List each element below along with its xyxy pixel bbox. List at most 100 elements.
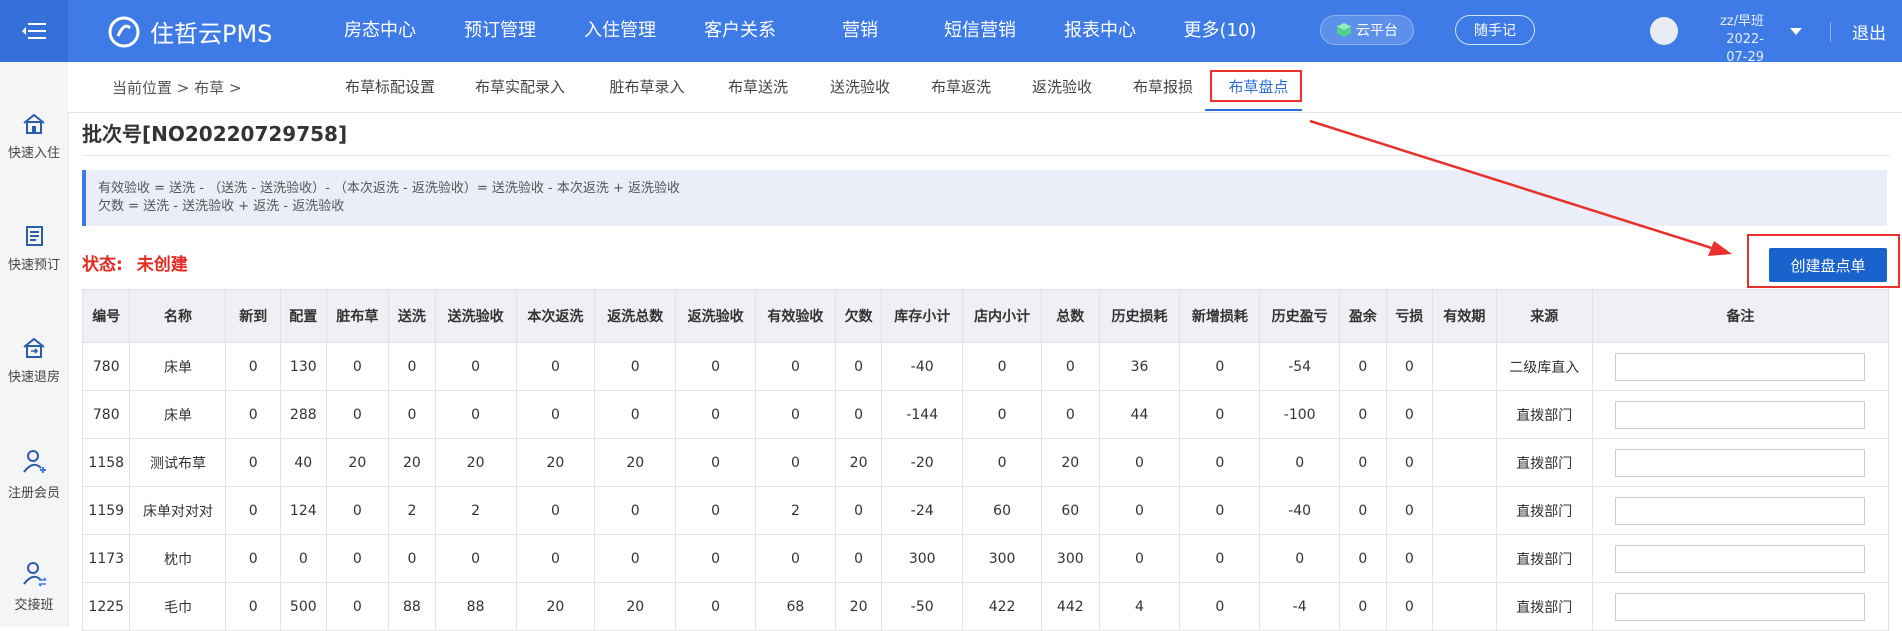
table-cell: 0	[388, 390, 436, 439]
sidebar-item-quick-booking[interactable]: 快速预订	[0, 224, 68, 273]
table-cell: 0	[755, 342, 836, 391]
table-cell	[1591, 534, 1890, 583]
table-cell: 2	[434, 486, 517, 535]
table-cell: 442	[1040, 582, 1100, 631]
user-info[interactable]: zz/早班2022- 07-29	[1684, 13, 1764, 67]
sidebar-item-quick-checkout[interactable]: 快速退房	[0, 336, 68, 385]
quick-note-button[interactable]: 随手记	[1455, 15, 1535, 45]
column-header: 新增损耗	[1179, 289, 1261, 343]
nav-marketing[interactable]: 营销	[800, 0, 920, 62]
table-cell: 300	[881, 534, 964, 583]
sidebar-item-register-member[interactable]: 注册会员	[0, 448, 68, 501]
table-cell: -100	[1259, 390, 1341, 439]
tab-linen-rewash[interactable]: 布草返洗	[911, 62, 1011, 112]
table-cell: 422	[962, 582, 1042, 631]
table-cell: 直拨部门	[1495, 438, 1593, 487]
column-header: 备注	[1591, 289, 1890, 343]
remark-input[interactable]	[1615, 544, 1866, 573]
sidebar-item-label: 快速预订	[7, 258, 60, 273]
table-cell: 0	[1339, 390, 1387, 439]
app-name: 住哲云PMS	[150, 20, 273, 48]
nav-reports[interactable]: 报表中心	[1040, 0, 1160, 62]
column-header: 本次返洗	[515, 289, 596, 343]
nav-room-status[interactable]: 房态中心	[320, 0, 440, 62]
table-cell: -24	[881, 486, 964, 535]
sidebar-item-label: 注册会员	[7, 486, 60, 501]
remark-input[interactable]	[1615, 352, 1866, 381]
tab-dirty-linen[interactable]: 脏布草录入	[592, 62, 702, 112]
table-cell: 0	[1339, 438, 1387, 487]
main-nav: 房态中心 预订管理 入住管理 客户关系 营销 短信营销 报表中心 更多(10)	[320, 0, 1280, 62]
remark-input[interactable]	[1615, 448, 1866, 477]
table-cell: 0	[434, 342, 517, 391]
table-cell: 0	[325, 582, 390, 631]
table-cell: 0	[1040, 390, 1100, 439]
cloud-platform-button[interactable]: 云平台	[1320, 15, 1414, 45]
column-header: 有效验收	[755, 289, 836, 343]
table-cell	[1432, 438, 1497, 487]
inventory-table: 编号 名称 新到 配置 脏布草 送洗 送洗验收 本次返洗 返洗总数 返洗验收 有效验收 欠数 库存小计店…	[81, 289, 1890, 631]
nav-crm[interactable]: 客户关系	[680, 0, 800, 62]
tab-linen-damage[interactable]: 布草报损	[1113, 62, 1213, 112]
column-header: 名称	[129, 289, 227, 343]
table-cell: 0	[594, 390, 677, 439]
tab-linen-actual[interactable]: 布草实配录入	[460, 62, 580, 112]
table-cell: 0	[1339, 534, 1387, 583]
nav-checkin[interactable]: 入住管理	[560, 0, 680, 62]
logout-link[interactable]: 退出	[1852, 19, 1886, 44]
sidebar-item-quick-checkin[interactable]: 快速入住	[0, 112, 68, 161]
table-cell: 780	[81, 342, 131, 391]
table-cell: 直拨部门	[1495, 486, 1593, 535]
table-cell: -54	[1259, 342, 1341, 391]
divider	[82, 155, 1890, 156]
table-cell	[1432, 534, 1497, 583]
table-cell: 300	[962, 534, 1042, 583]
column-header: 有效期	[1432, 289, 1497, 343]
table-cell: 0	[225, 486, 282, 535]
tab-linen-wash[interactable]: 布草送洗	[708, 62, 808, 112]
table-cell: 0	[1259, 534, 1341, 583]
table-cell: 0	[1098, 486, 1181, 535]
table-cell: 0	[1339, 582, 1387, 631]
nav-more[interactable]: 更多(10)	[1160, 0, 1280, 62]
tab-wash-acceptance[interactable]: 送洗验收	[810, 62, 910, 112]
table-cell: -144	[881, 390, 964, 439]
member-add-icon	[23, 450, 46, 473]
avatar[interactable]	[1650, 17, 1678, 45]
table-cell: 0	[962, 390, 1042, 439]
cube-icon	[1337, 23, 1351, 37]
table-cell: 0	[515, 390, 596, 439]
column-header: 历史损耗	[1098, 289, 1181, 343]
chevron-down-icon[interactable]	[1790, 28, 1802, 35]
remark-input[interactable]	[1615, 496, 1866, 525]
column-header: 盈余	[1339, 289, 1387, 343]
table-cell: 床单	[129, 390, 227, 439]
table-cell: 0	[675, 582, 756, 631]
breadcrumb-section[interactable]: 布草	[194, 79, 224, 97]
table-cell	[1432, 342, 1497, 391]
table-cell: 288	[280, 390, 327, 439]
tab-linen-standard[interactable]: 布草标配设置	[330, 62, 450, 112]
table-cell: 0	[1259, 438, 1341, 487]
status-label: 状态:	[82, 255, 123, 275]
create-inventory-button[interactable]: 创建盘点单	[1769, 248, 1887, 282]
table-cell: 二级库直入	[1495, 342, 1593, 391]
table-cell: 0	[1385, 486, 1434, 535]
table-cell: 300	[1040, 534, 1100, 583]
remark-input[interactable]	[1615, 592, 1866, 621]
menu-toggle-icon[interactable]	[0, 0, 68, 62]
nav-sms-marketing[interactable]: 短信营销	[920, 0, 1040, 62]
app-logo[interactable]: 住哲云PMS	[108, 14, 272, 49]
table-cell: 36	[1098, 342, 1181, 391]
remark-input[interactable]	[1615, 400, 1866, 429]
tab-rewash-acceptance[interactable]: 返洗验收	[1012, 62, 1112, 112]
table-cell	[1591, 390, 1890, 439]
sub-nav: 当前位置 > 布草 > 布草标配设置 布草实配录入 脏布草录入 布草送洗 送洗验…	[68, 62, 1902, 113]
table-cell: 0	[962, 438, 1042, 487]
table-cell: 0	[1385, 438, 1434, 487]
column-header: 总数	[1040, 289, 1100, 343]
user-line1: zz/早班2022-	[1719, 14, 1764, 47]
nav-reservation[interactable]: 预订管理	[440, 0, 560, 62]
sidebar-item-shift-handover[interactable]: 交接班	[0, 560, 68, 613]
table-cell: 20	[515, 438, 596, 487]
